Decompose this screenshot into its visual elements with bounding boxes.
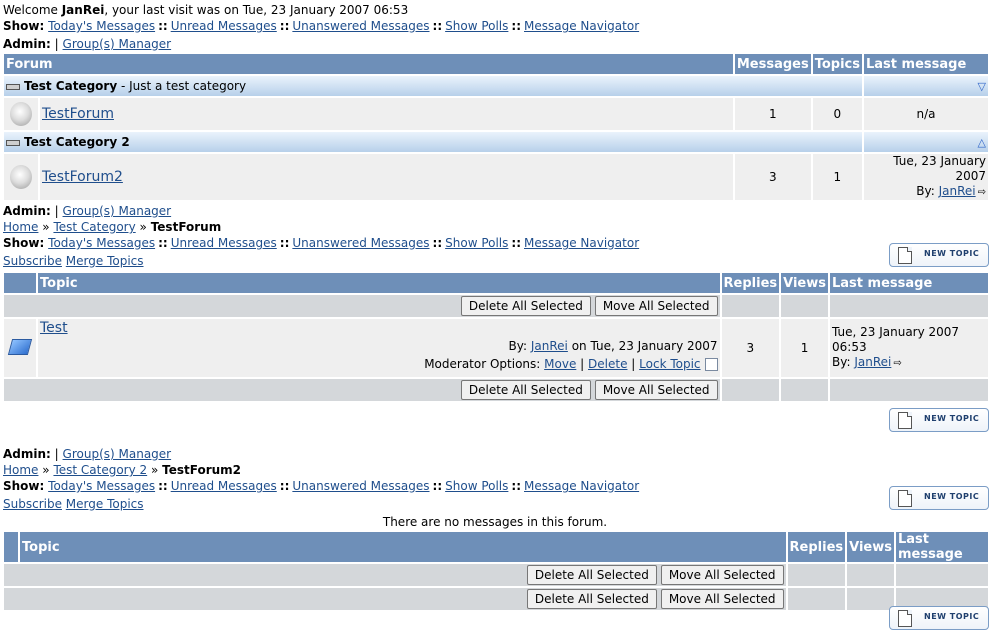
unread-messages-link[interactable]: Unread Messages (171, 479, 277, 493)
topic-folder-icon (7, 338, 33, 355)
topic-table: Topic Replies Views Last message Delete … (2, 271, 990, 403)
unread-messages-link[interactable]: Unread Messages (171, 236, 277, 250)
move-all-selected-button[interactable]: Move All Selected (660, 565, 784, 585)
group-manager-link[interactable]: Group(s) Manager (63, 204, 172, 218)
breadcrumb: Home » Test Category 2 » TestForum2 (3, 463, 242, 477)
topic-link[interactable]: Test (40, 320, 68, 336)
breadcrumb-category[interactable]: Test Category (53, 220, 135, 234)
show-links: Show: Today's Messages:: Unread Messages:… (3, 19, 640, 33)
move-all-selected-button[interactable]: Move All Selected (660, 589, 784, 609)
message-navigator-link[interactable]: Message Navigator (524, 479, 639, 493)
group-manager-link[interactable]: Group(s) Manager (63, 447, 172, 461)
show-polls-link[interactable]: Show Polls (445, 479, 508, 493)
lightbulb-icon (10, 165, 32, 189)
show-links: Show: Today's Messages:: Unread Messages:… (3, 479, 640, 493)
topic-row: Test By: JanRei on Tue, 23 January 2007 … (4, 319, 988, 377)
breadcrumb: Home » Test Category » TestForum (3, 220, 222, 234)
category-row: Test Category 2 △ (4, 132, 988, 152)
breadcrumb-home[interactable]: Home (3, 220, 38, 234)
empty-forum-message: There are no messages in this forum. (382, 515, 608, 529)
col-last-message: Last message (898, 532, 963, 562)
show-polls-link[interactable]: Show Polls (445, 236, 508, 250)
unanswered-messages-link[interactable]: Unanswered Messages (292, 19, 429, 33)
lightbulb-icon (10, 102, 32, 126)
welcome-line: Welcome JanRei, your last visit was on T… (3, 3, 409, 17)
new-topic-button[interactable]: NEW TOPIC (889, 606, 989, 630)
unread-messages-link[interactable]: Unread Messages (171, 19, 277, 33)
forum-link[interactable]: TestForum (42, 106, 114, 122)
goto-arrow-icon[interactable]: ⇨ (978, 185, 986, 200)
unanswered-messages-link[interactable]: Unanswered Messages (292, 479, 429, 493)
forum-link[interactable]: TestForum2 (42, 169, 123, 185)
category-row: Test Category - Just a test category ▽ (4, 76, 988, 96)
admin-row: Admin: | Group(s) Manager (3, 204, 172, 218)
message-navigator-link[interactable]: Message Navigator (524, 236, 639, 250)
show-links: Show: Today's Messages:: Unread Messages:… (3, 236, 640, 250)
message-navigator-link[interactable]: Message Navigator (524, 19, 639, 33)
col-replies: Replies (723, 275, 778, 291)
subscribe-link[interactable]: Subscribe (3, 254, 62, 268)
todays-messages-link[interactable]: Today's Messages (48, 479, 155, 493)
forum-actions: Subscribe Merge Topics (3, 253, 144, 269)
last-author-link[interactable]: JanRei (854, 355, 891, 369)
collapse-icon[interactable] (6, 83, 20, 90)
col-replies: Replies (789, 539, 844, 555)
col-last-message: Last message (866, 56, 967, 72)
mod-lock-link[interactable]: Lock Topic (639, 357, 700, 371)
merge-topics-link[interactable]: Merge Topics (66, 254, 144, 268)
new-topic-button[interactable]: NEW TOPIC (889, 408, 989, 432)
forum-row: TestForum2 3 1 Tue, 23 January 2007 By: … (4, 154, 988, 200)
col-topic: Topic (40, 275, 78, 291)
col-last-message: Last message (832, 275, 933, 291)
merge-topics-link[interactable]: Merge Topics (66, 497, 144, 511)
mod-move-link[interactable]: Move (544, 357, 576, 371)
username: JanRei (61, 3, 105, 17)
move-all-selected-button[interactable]: Move All Selected (594, 380, 718, 400)
category-name: Test Category (24, 79, 118, 93)
group-manager-link[interactable]: Group(s) Manager (63, 37, 172, 51)
todays-messages-link[interactable]: Today's Messages (48, 236, 155, 250)
document-icon (898, 490, 912, 507)
move-all-selected-button[interactable]: Move All Selected (594, 296, 718, 316)
subscribe-link[interactable]: Subscribe (3, 497, 62, 511)
new-topic-button[interactable]: NEW TOPIC (889, 243, 989, 267)
col-topic: Topic (22, 539, 60, 555)
new-topic-button[interactable]: NEW TOPIC (889, 486, 989, 510)
delete-all-selected-button[interactable]: Delete All Selected (460, 380, 591, 400)
collapse-arrow-icon[interactable]: ▽ (978, 80, 986, 93)
document-icon (898, 610, 912, 627)
col-forum: Forum (6, 56, 53, 72)
topic-table: Topic Replies Views Last message Delete … (2, 530, 990, 612)
collapse-icon[interactable] (6, 139, 20, 146)
delete-all-selected-button[interactable]: Delete All Selected (526, 565, 657, 585)
breadcrumb-forum: TestForum2 (162, 463, 242, 477)
admin-row: Admin: | Group(s) Manager (3, 37, 172, 51)
goto-arrow-icon[interactable]: ⇨ (893, 356, 901, 371)
breadcrumb-forum: TestForum (150, 220, 222, 234)
document-icon (898, 247, 912, 264)
col-topics: Topics (814, 56, 860, 72)
breadcrumb-category[interactable]: Test Category 2 (53, 463, 147, 477)
col-views: Views (783, 275, 826, 291)
expand-arrow-icon[interactable]: △ (978, 136, 986, 149)
forum-table: Forum Messages Topics Last message Test … (2, 52, 990, 202)
forum-row: TestForum 1 0 n/a (4, 98, 988, 130)
last-author-link[interactable]: JanRei (939, 184, 976, 198)
delete-all-selected-button[interactable]: Delete All Selected (460, 296, 591, 316)
delete-all-selected-button[interactable]: Delete All Selected (526, 589, 657, 609)
breadcrumb-home[interactable]: Home (3, 463, 38, 477)
forum-actions: Subscribe Merge Topics (3, 496, 144, 512)
show-polls-link[interactable]: Show Polls (445, 19, 508, 33)
document-icon (898, 412, 912, 429)
topic-author-link[interactable]: JanRei (531, 339, 568, 353)
col-messages: Messages (736, 56, 809, 72)
admin-row: Admin: | Group(s) Manager (3, 447, 172, 461)
todays-messages-link[interactable]: Today's Messages (48, 19, 155, 33)
col-views: Views (849, 539, 892, 555)
category-name: Test Category 2 (24, 135, 130, 149)
mod-delete-link[interactable]: Delete (588, 357, 627, 371)
select-topic-checkbox[interactable] (704, 358, 718, 371)
unanswered-messages-link[interactable]: Unanswered Messages (292, 236, 429, 250)
